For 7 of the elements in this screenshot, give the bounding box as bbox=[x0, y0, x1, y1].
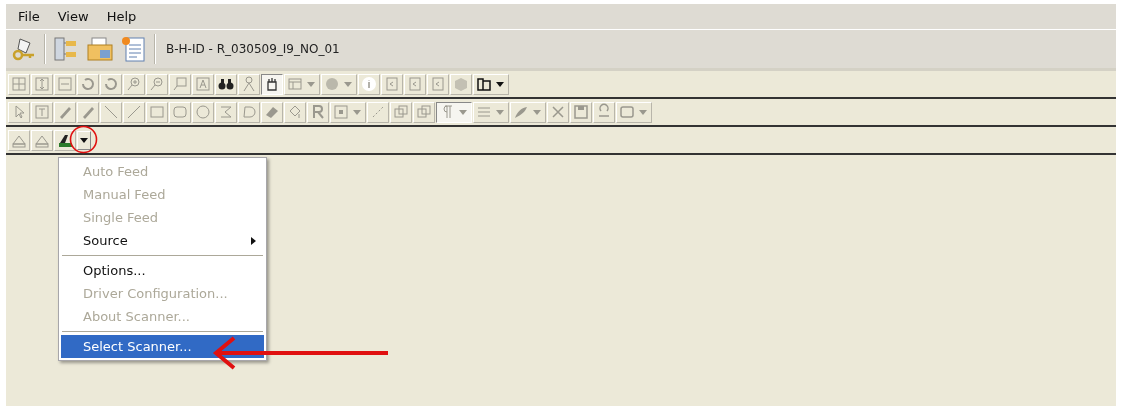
menu-option[interactable]: Options... bbox=[61, 259, 264, 282]
menu-option[interactable]: Select Scanner... bbox=[61, 335, 264, 358]
menu-item[interactable]: Help bbox=[98, 7, 145, 26]
menu-item[interactable]: View bbox=[49, 7, 97, 26]
menu-item[interactable]: File bbox=[10, 7, 48, 26]
document-title: B-H-ID - R_030509_I9_NO_01 bbox=[166, 42, 340, 56]
menu-option[interactable]: Source bbox=[61, 229, 264, 252]
